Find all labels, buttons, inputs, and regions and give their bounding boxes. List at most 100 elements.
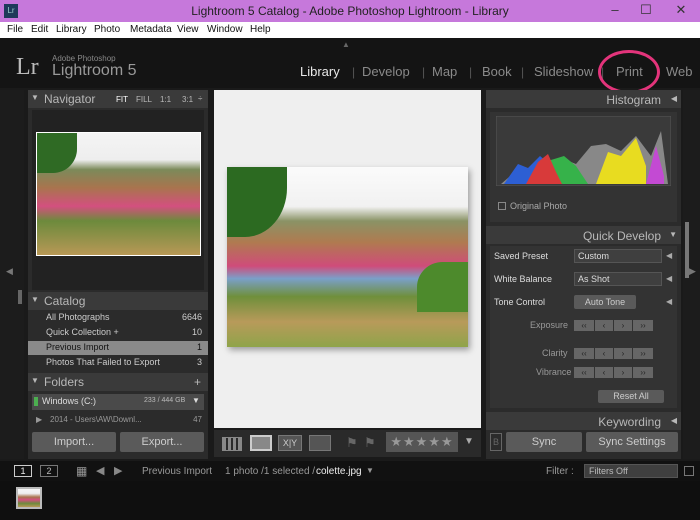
navigator-thumbnail [36, 132, 201, 256]
folders-header[interactable]: ▼ Folders + [28, 373, 208, 391]
add-folder-icon[interactable]: + [194, 375, 201, 389]
menu-file[interactable]: File [7, 24, 23, 35]
navigator-header[interactable]: ▼ Navigator FIT FILL 1:1 3:1 ÷ [28, 90, 208, 108]
tone-control-arrow-icon[interactable]: ◀ [666, 297, 672, 306]
star-rating[interactable]: ★★★★★ [386, 432, 458, 452]
loupe-view[interactable] [214, 90, 481, 428]
folder-row[interactable]: ▶ 2014 - Users\AW\Downl... 47 [32, 414, 204, 426]
zoom-menu-arrow-icon[interactable]: ÷ [198, 94, 202, 103]
catalog-item[interactable]: Quick Collection + 10 [28, 326, 208, 340]
module-library[interactable]: Library [300, 64, 340, 79]
filter-value: Filters Off [589, 466, 628, 476]
zoom-fit[interactable]: FIT [116, 95, 128, 104]
menu-help[interactable]: Help [250, 24, 271, 35]
menu-photo[interactable]: Photo [94, 24, 120, 35]
folder-expand-icon[interactable]: ▶ [36, 415, 42, 424]
module-separator: | [352, 65, 356, 79]
left-collapse-arrow-icon[interactable]: ◀ [6, 266, 13, 277]
collapse-top-arrow-icon[interactable]: ▲ [342, 40, 350, 49]
menu-window[interactable]: Window [207, 24, 243, 35]
navigator-title: Navigator [44, 92, 96, 106]
filmstrip [0, 481, 700, 520]
title-bar: Lr Lightroom 5 Catalog - Adobe Photoshop… [0, 0, 700, 22]
right-panel: Histogram ◀ Original Photo Quick Develop… [486, 90, 681, 459]
white-balance-select[interactable]: As Shot [574, 272, 662, 286]
saved-preset-value: Custom [578, 251, 610, 261]
module-separator: | [469, 65, 473, 79]
pick-flag-icon[interactable]: ⚑ [346, 435, 358, 451]
zoom-fill[interactable]: FILL [136, 95, 152, 104]
sync-toggle-icon[interactable]: B [490, 433, 502, 451]
catalog-item[interactable]: All Photographs 6646 [28, 311, 208, 325]
module-web[interactable]: Web [666, 64, 693, 79]
auto-tone-button[interactable]: Auto Tone [574, 295, 636, 309]
photo-tree [227, 167, 287, 237]
import-button[interactable]: Import... [32, 432, 116, 452]
module-book[interactable]: Book [482, 64, 512, 79]
catalog-item[interactable]: Photos That Failed to Export 3 [28, 356, 208, 370]
main-window-button[interactable]: 1 [14, 465, 32, 477]
catalog-item-count: 1 [196, 342, 202, 352]
catalog-title: Catalog [44, 294, 86, 308]
menu-library[interactable]: Library [56, 24, 87, 35]
navigator-preview[interactable] [32, 110, 204, 290]
exposure-stepper[interactable]: ‹‹ ‹ › ›› [574, 320, 653, 331]
filmstrip-thumbnail[interactable] [16, 487, 42, 509]
right-collapse-arrow-icon[interactable]: ▶ [689, 266, 696, 277]
quick-develop-header[interactable]: Quick Develop ▼ [486, 226, 681, 244]
vibrance-stepper[interactable]: ‹‹ ‹ › ›› [574, 367, 653, 378]
catalog-item-label: Previous Import [46, 342, 110, 352]
catalog-header[interactable]: ▼ Catalog [28, 292, 208, 310]
grid-view-icon[interactable] [222, 437, 242, 451]
catalog-item-selected[interactable]: Previous Import 1 [28, 341, 208, 355]
catalog-item-count: 10 [191, 327, 202, 337]
reject-flag-icon[interactable]: ⚑ [364, 435, 376, 451]
sync-settings-button[interactable]: Sync Settings [586, 432, 678, 452]
catalog-item-label: All Photographs [46, 312, 110, 322]
module-map[interactable]: Map [432, 64, 457, 79]
close-button[interactable]: ✕ [662, 0, 700, 22]
zoom-1-1[interactable]: 1:1 [160, 95, 171, 104]
menu-edit[interactable]: Edit [31, 24, 48, 35]
forward-arrow-icon[interactable]: ▶ [114, 464, 122, 477]
survey-view-icon[interactable] [309, 435, 331, 451]
original-photo-checkbox[interactable] [498, 202, 506, 210]
right-edge-bar: ▶ [683, 90, 700, 459]
folder-count: 47 [193, 415, 202, 424]
module-separator: | [422, 65, 426, 79]
white-balance-label: White Balance [494, 274, 553, 284]
menu-view[interactable]: View [177, 24, 199, 35]
saved-preset-arrow-icon[interactable]: ◀ [666, 251, 672, 260]
folders-title: Folders [44, 375, 85, 389]
toolbar-menu-icon[interactable]: ▼ [464, 436, 474, 447]
compare-view-icon[interactable]: X|Y [278, 435, 302, 451]
keywording-header[interactable]: Keywording ◀ [486, 412, 681, 430]
module-develop[interactable]: Develop [362, 64, 410, 79]
minimize-button[interactable]: – [600, 0, 630, 22]
clarity-label: Clarity [542, 348, 568, 358]
loupe-view-icon[interactable] [250, 435, 272, 451]
filename-menu-icon[interactable]: ▼ [366, 466, 374, 475]
secondary-window-button[interactable]: 2 [40, 465, 58, 477]
maximize-button[interactable]: ☐ [631, 0, 661, 22]
library-toolbar: X|Y ⚑ ⚑ ★★★★★ ▼ [214, 430, 481, 457]
white-balance-arrow-icon[interactable]: ◀ [666, 274, 672, 283]
histogram-header[interactable]: Histogram ◀ [486, 90, 681, 108]
saved-preset-select[interactable]: Custom [574, 249, 662, 263]
module-slideshow[interactable]: Slideshow [534, 64, 593, 79]
back-arrow-icon[interactable]: ◀ [96, 464, 104, 477]
reset-all-button[interactable]: Reset All [598, 390, 664, 403]
volume-row[interactable]: Windows (C:) 233 / 444 GB ▼ [32, 394, 204, 410]
filmstrip-source[interactable]: Previous Import [142, 466, 212, 477]
sync-button[interactable]: Sync [506, 432, 582, 452]
export-button[interactable]: Export... [120, 432, 204, 452]
window-title: Lightroom 5 Catalog - Adobe Photoshop Li… [191, 4, 509, 18]
menu-metadata[interactable]: Metadata [130, 24, 172, 35]
left-scrollbar[interactable] [18, 290, 22, 304]
volume-expand-icon[interactable]: ▼ [192, 396, 200, 405]
filter-select[interactable]: Filters Off [584, 464, 678, 478]
zoom-3-1[interactable]: 3:1 [182, 95, 193, 104]
filter-lock-icon[interactable] [684, 466, 694, 476]
clarity-stepper[interactable]: ‹‹ ‹ › ›› [574, 348, 653, 359]
grid-shortcut-icon[interactable]: ▦ [76, 464, 87, 478]
